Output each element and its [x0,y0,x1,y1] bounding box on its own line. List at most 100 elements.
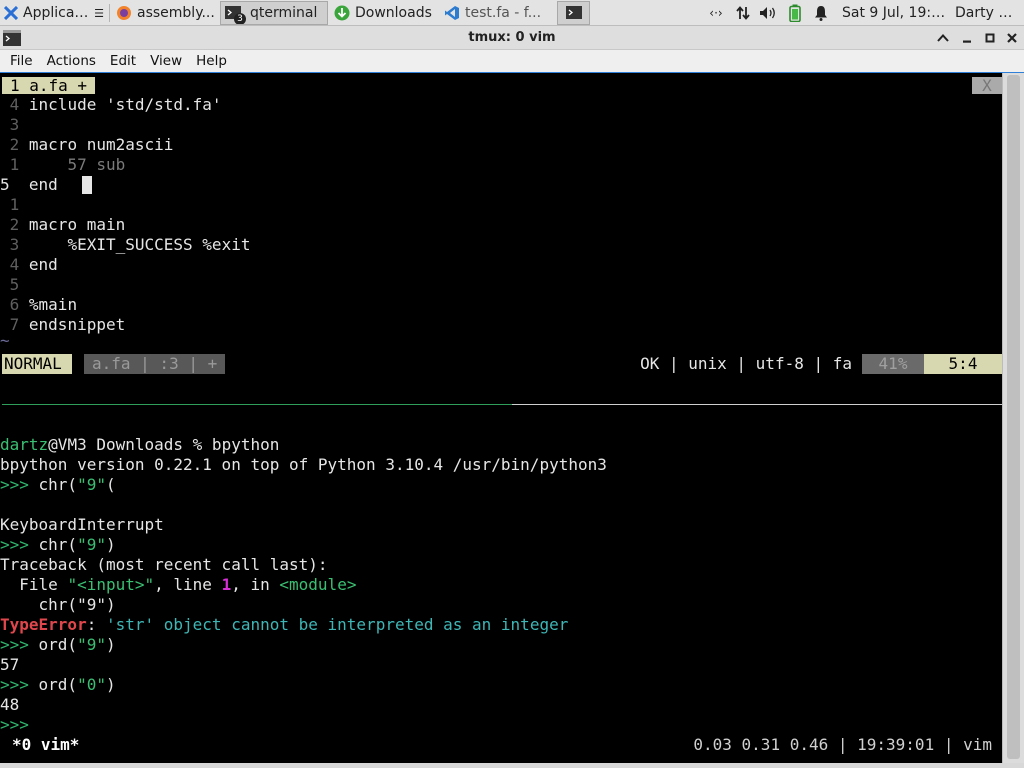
top-panel: Applications ☰ assembly... 3 qterminal D… [0,0,1024,26]
vscode-icon [444,5,460,21]
repl-code: ) [105,675,116,694]
user-menu[interactable]: Darty uwu [951,1,1024,25]
repl-code: chr( [38,475,78,494]
vertical-scrollbar[interactable] [1002,73,1024,763]
vim-cursor-position: 5:4 [924,354,1002,374]
repl-line: >>> chr("9") [0,535,116,555]
error-message: 'str' object cannot be interpreted as an… [105,615,569,634]
task-label: qterminal [250,5,318,21]
line-number: 4 [0,255,20,274]
vim-statusline: NORMAL a.fa | :3 | + OK | unix | utf-8 |… [2,354,1002,374]
repl-prompt: >>> [0,535,39,554]
terminal-area[interactable]: 1 a.fa + X 4 include 'std/std.fa' 3 2 ma… [0,73,1002,763]
repl-code: ord( [38,675,78,694]
line-text: end [28,175,68,194]
line-text: macro num2ascii [28,135,174,154]
task-downloads[interactable]: Downloads [330,1,438,25]
repl-string: "9" [77,475,106,494]
window-close-icon[interactable] [1003,29,1021,47]
clock[interactable]: Sat 9 Jul, 19:39 [838,1,950,25]
traceback-source: chr("9") [0,595,116,614]
keyboard-interrupt: KeyboardInterrupt [0,515,164,534]
repl-string: "9" [77,635,106,654]
repl-output: 57 [0,655,20,674]
menu-edit[interactable]: Edit [105,50,141,72]
repl-string: "0" [77,675,106,694]
repl-code: ord( [38,635,78,654]
applications-label: Applications [23,5,91,21]
network-share-icon[interactable]: ‹·› [704,1,728,25]
tmux-status-bar: *0 vim* 0.03 0.31 0.46 | 19:39:01 | vim [0,735,1002,755]
task-label: Downloads [355,5,432,21]
repl-code: ( [105,475,116,494]
repl-line: >>> chr("9"( [0,475,116,495]
tmux-status-right: 0.03 0.31 0.46 | 19:39:01 | vim [693,735,992,754]
repl-code: ) [105,535,116,554]
line-text: 57 sub [28,155,126,174]
vim-line-current: 5 end [0,175,67,195]
line-number: 3 [0,115,20,134]
window-minimize-icon[interactable] [958,29,976,47]
notification-bell-icon[interactable] [810,1,832,25]
tb-text: File [0,575,68,594]
repl-string: "9" [77,535,106,554]
line-number: 5 [0,275,20,294]
line-number: 5 [0,175,20,194]
window-count-badge: 3 [234,13,246,24]
task-qterminal[interactable]: 3 qterminal [220,1,328,25]
traceback-file-line: File "<input>", line 1, in <module> [0,575,356,595]
menu-view[interactable]: View [145,50,187,72]
menu-file[interactable]: File [5,50,38,72]
task-vscode[interactable]: test.fa - f... [440,1,552,25]
vim-line: 6 %main [0,295,77,315]
line-text: %EXIT_SUCCESS %exit [28,235,251,254]
battery-icon[interactable] [785,1,805,25]
line-text: %main [28,295,78,314]
line-number: 1 [0,155,20,174]
terminal-icon: 3 [225,5,246,24]
vim-line: 4 end [0,255,58,275]
window-shade-up-icon[interactable] [934,29,952,47]
line-text: macro main [28,215,126,234]
tb-text: , in [231,575,280,594]
error-line: TypeError: 'str' object cannot be interp… [0,615,568,635]
tmux-window-list[interactable]: *0 vim* [12,735,79,755]
firefox-icon [116,5,132,21]
vim-line: 2 macro main [0,215,126,235]
tmux-pane-border-active[interactable] [2,404,512,405]
menu-actions[interactable]: Actions [42,50,101,72]
network-icon[interactable] [732,1,754,25]
task-terminal-small[interactable] [557,1,590,25]
line-text: include 'std/std.fa' [28,95,222,114]
window-title: tmux: 0 vim [468,30,556,45]
scrollbar-thumb[interactable] [1007,75,1020,759]
repl-prompt: >>> [0,635,39,654]
line-text: endsnippet [28,315,126,334]
repl-prompt: >>> [0,675,39,694]
task-label: test.fa - f... [465,5,542,21]
window-titlebar[interactable]: tmux: 0 vim [0,26,1024,50]
vim-empty-line-marker: ~ [0,331,10,350]
line-number: 3 [0,235,20,254]
vim-tab[interactable]: 1 a.fa + [2,77,96,94]
volume-icon[interactable] [757,1,779,25]
task-firefox[interactable]: assembly... [112,1,219,25]
tb-filename: "<input>" [67,575,155,594]
repl-code: ) [105,635,116,654]
vim-file-info: a.fa | :3 | + [84,354,226,374]
xfce-mouse-icon [4,6,18,20]
menubar: File Actions Edit View Help [0,50,1024,73]
window-maximize-icon[interactable] [981,29,999,47]
task-label: assembly... [137,5,215,21]
vim-tab-close[interactable]: X [972,77,1002,94]
repl-prompt-current[interactable]: >>> [0,715,29,735]
vim-line: 1 [0,195,29,215]
applications-menu-button[interactable]: Applications ☰ [0,1,108,25]
menu-help[interactable]: Help [191,50,232,72]
clock-text: Sat 9 Jul, 19:39 [842,5,946,21]
vim-cursor [82,176,92,194]
line-text: end [28,255,58,274]
vim-line: 1 57 sub [0,155,126,175]
tmux-pane-border[interactable] [512,404,1002,405]
terminal-icon [565,5,582,21]
